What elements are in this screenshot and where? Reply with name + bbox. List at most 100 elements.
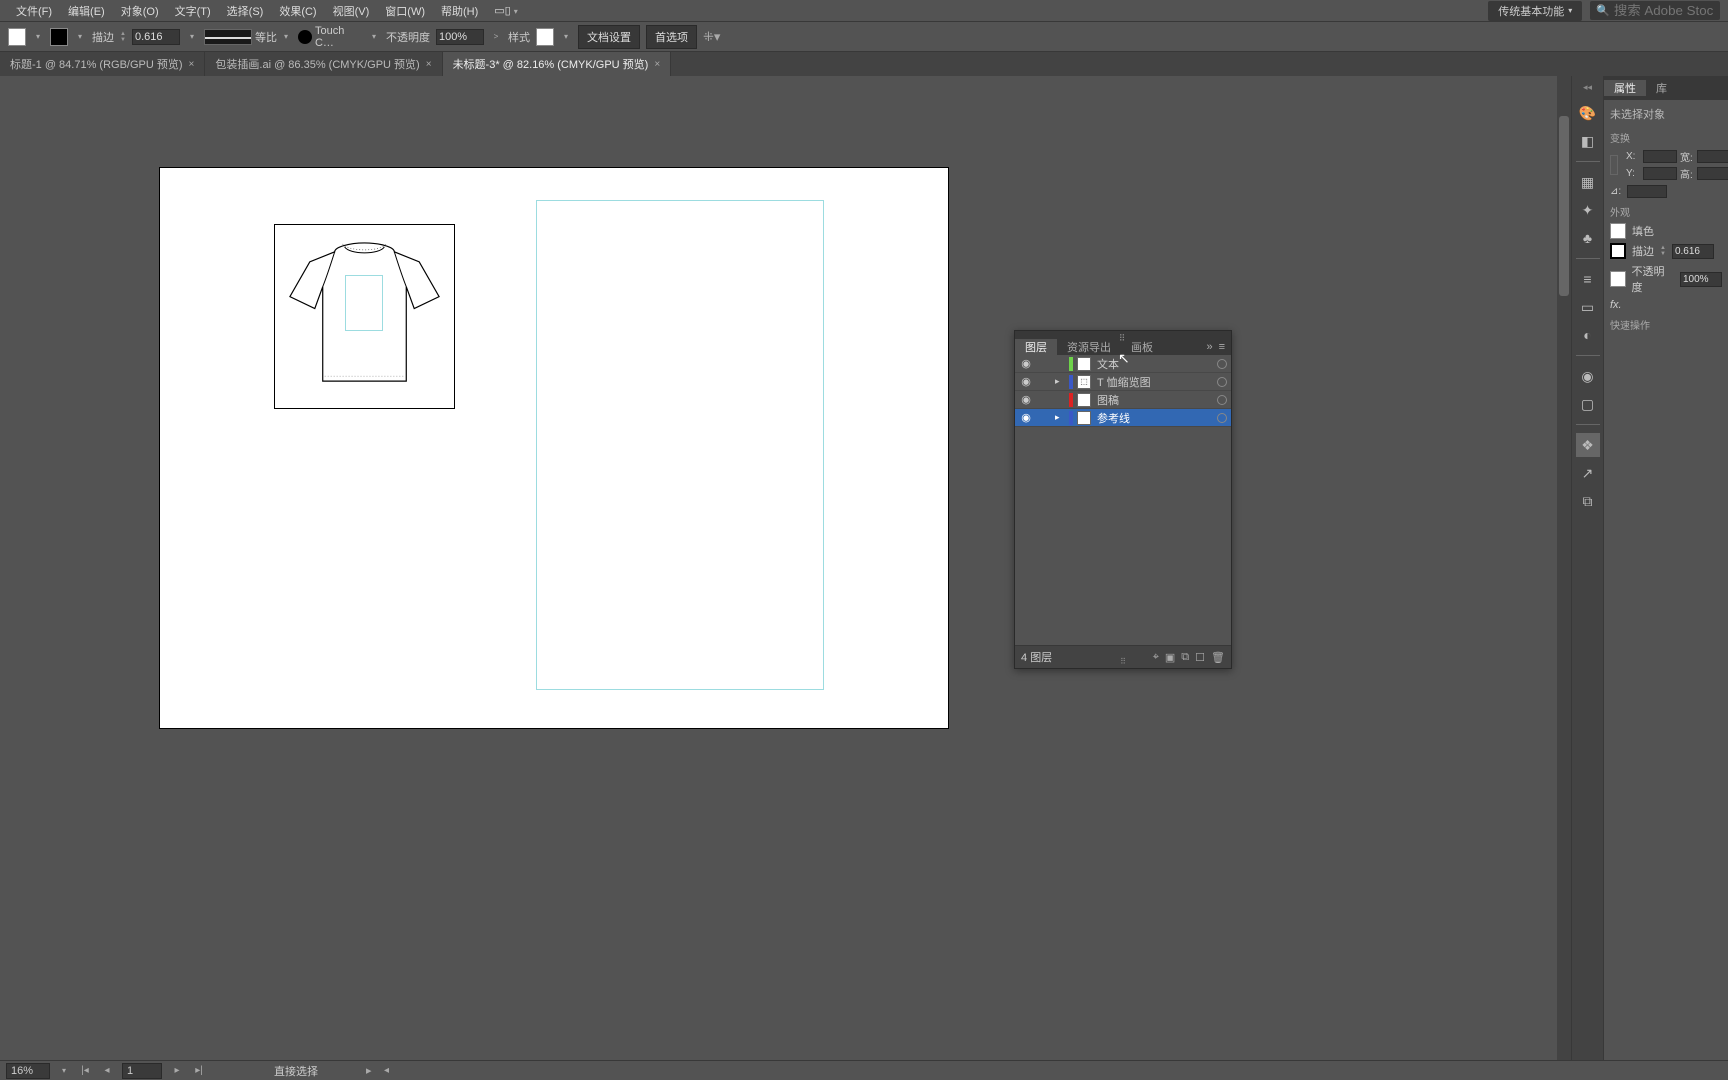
color-panel-icon[interactable]: 🎨	[1576, 101, 1600, 125]
style-swatch[interactable]	[536, 28, 554, 46]
visibility-toggle-icon[interactable]: ◉	[1019, 393, 1033, 406]
visibility-toggle-icon[interactable]: ◉	[1019, 375, 1033, 388]
stroke-stepper-prop[interactable]: ▲▼	[1660, 245, 1666, 257]
stroke-dropdown[interactable]: ▾	[74, 29, 86, 45]
stroke-profile-dropdown[interactable]: ▾	[280, 29, 292, 45]
canvas-viewport[interactable]	[0, 76, 1571, 1060]
doc-tab-1-close[interactable]: ×	[189, 59, 195, 70]
layer-row-text[interactable]: ◉ 文本	[1015, 355, 1231, 373]
stroke-weight-input[interactable]	[132, 29, 180, 45]
visibility-toggle-icon[interactable]: ◉	[1019, 357, 1033, 370]
layer-name[interactable]: 文本	[1095, 356, 1213, 372]
brushes-panel-icon[interactable]: ✦	[1576, 198, 1600, 222]
delete-layer-icon[interactable]: 🗑	[1211, 651, 1225, 664]
tab-asset-export[interactable]: 资源导出	[1057, 339, 1121, 355]
make-clipping-mask-icon[interactable]: ▣	[1165, 651, 1175, 664]
menu-effect[interactable]: 效果(C)	[271, 3, 324, 19]
target-icon[interactable]	[1217, 413, 1227, 423]
doc-tab-2-close[interactable]: ×	[426, 59, 432, 70]
brush-dropdown[interactable]: ▾	[368, 29, 380, 45]
doc-tab-1[interactable]: 标题-1 @ 84.71% (RGB/GPU 预览) ×	[0, 52, 205, 76]
dock-collapse-icon[interactable]: ◂◂	[1583, 82, 1592, 93]
status-nav-menu-icon[interactable]: ▸	[366, 1064, 372, 1077]
menu-help[interactable]: 帮助(H)	[433, 3, 486, 19]
last-artboard-icon[interactable]: ▸|	[192, 1065, 206, 1076]
tab-libraries[interactable]: 库	[1646, 80, 1677, 96]
new-layer-icon[interactable]: ☐	[1195, 651, 1205, 664]
opacity-value-prop[interactable]	[1680, 272, 1722, 287]
stroke-stepper[interactable]: ▲▼	[120, 31, 126, 43]
fill-swatch[interactable]	[8, 28, 26, 46]
gradient-panel-icon[interactable]: ▭	[1576, 295, 1600, 319]
transparency-panel-icon[interactable]: ◐	[1576, 323, 1600, 347]
fill-dropdown[interactable]: ▾	[32, 29, 44, 45]
next-artboard-icon[interactable]: ▸	[170, 1065, 184, 1076]
expand-icon[interactable]: ▸	[1055, 376, 1065, 387]
layer-name[interactable]: 图稿	[1095, 392, 1213, 408]
menu-object[interactable]: 对象(O)	[113, 3, 167, 19]
layer-name[interactable]: T 恤缩览图	[1095, 374, 1213, 390]
target-icon[interactable]	[1217, 395, 1227, 405]
stroke-swatch-prop[interactable]	[1610, 243, 1626, 259]
stroke-weight-dropdown[interactable]: ▾	[186, 29, 198, 45]
panel-resize-grip-icon[interactable]: ⠿	[1120, 657, 1126, 666]
document-setup-button[interactable]: 文档设置	[578, 25, 640, 49]
menu-edit[interactable]: 编辑(E)	[60, 3, 113, 19]
menu-arrange-icon[interactable]: ▭▯	[486, 4, 525, 17]
prev-artboard-icon[interactable]: ◂	[100, 1065, 114, 1076]
new-sublayer-icon[interactable]: ⧉	[1181, 651, 1189, 664]
w-input[interactable]	[1697, 150, 1728, 163]
angle-input[interactable]	[1627, 185, 1667, 198]
panel-grip-icon[interactable]: ⠿	[1119, 333, 1128, 344]
color-guide-icon[interactable]: ◧	[1576, 129, 1600, 153]
first-artboard-icon[interactable]: |◂	[78, 1065, 92, 1076]
tab-layers[interactable]: 图层	[1015, 339, 1057, 355]
preferences-button[interactable]: 首选项	[646, 25, 697, 49]
layer-row-tshirt[interactable]: ◉ ▸ ⬚ T 恤缩览图	[1015, 373, 1231, 391]
stroke-swatch[interactable]	[50, 28, 68, 46]
menu-type[interactable]: 文字(T)	[167, 3, 219, 19]
menu-select[interactable]: 选择(S)	[219, 3, 272, 19]
stroke-weight-prop[interactable]	[1672, 244, 1714, 259]
doc-tab-3-close[interactable]: ×	[654, 59, 660, 70]
canvas-vertical-scrollbar[interactable]	[1557, 76, 1571, 1060]
layers-panel-icon[interactable]: ❖	[1576, 433, 1600, 457]
zoom-level-input[interactable]: 16%	[6, 1063, 50, 1079]
fx-button[interactable]: fx.	[1610, 299, 1622, 311]
x-input[interactable]	[1643, 150, 1677, 163]
align-to-icon[interactable]: ⁜▾	[703, 29, 720, 45]
swatches-panel-icon[interactable]: ▦	[1576, 170, 1600, 194]
stroke-profile[interactable]	[204, 29, 252, 45]
locate-object-icon[interactable]: ⌖	[1153, 651, 1159, 664]
menu-file[interactable]: 文件(F)	[8, 3, 60, 19]
workspace-switcher[interactable]: 传统基本功能▾	[1488, 1, 1582, 21]
y-input[interactable]	[1643, 167, 1677, 180]
menu-window[interactable]: 窗口(W)	[377, 3, 433, 19]
opacity-dropdown[interactable]: >	[490, 29, 502, 45]
reference-point-widget[interactable]	[1610, 155, 1618, 175]
visibility-toggle-icon[interactable]: ◉	[1019, 411, 1033, 424]
search-stock-box[interactable]: 🔍	[1590, 1, 1720, 20]
tab-artboards[interactable]: 画板	[1121, 339, 1163, 355]
artboard-number-input[interactable]: 1	[122, 1063, 162, 1079]
tab-properties[interactable]: 属性	[1604, 80, 1646, 96]
appearance-panel-icon[interactable]: ◉	[1576, 364, 1600, 388]
target-icon[interactable]	[1217, 377, 1227, 387]
style-dropdown[interactable]: ▾	[560, 29, 572, 45]
panel-menu-icon[interactable]: ≡	[1219, 341, 1225, 353]
zoom-dropdown[interactable]: ▾	[58, 1063, 70, 1079]
target-icon[interactable]	[1217, 359, 1227, 369]
opacity-swatch-prop[interactable]	[1610, 271, 1626, 287]
layer-name[interactable]: 参考线	[1095, 410, 1213, 426]
stroke-panel-icon[interactable]: ≡	[1576, 267, 1600, 291]
scrollbar-thumb[interactable]	[1559, 116, 1569, 296]
doc-tab-2[interactable]: 包装插画.ai @ 86.35% (CMYK/GPU 预览) ×	[205, 52, 442, 76]
asset-export-icon[interactable]: ↗	[1576, 461, 1600, 485]
scroll-left-icon[interactable]: ◂	[380, 1065, 394, 1076]
layer-row-guides[interactable]: ◉ ▸ 参考线	[1015, 409, 1231, 427]
opacity-input[interactable]	[436, 29, 484, 45]
graphic-styles-icon[interactable]: ▢	[1576, 392, 1600, 416]
layer-row-artwork[interactable]: ◉ 图稿	[1015, 391, 1231, 409]
h-input[interactable]	[1697, 167, 1728, 180]
artboards-panel-icon[interactable]: ⧉	[1576, 489, 1600, 513]
